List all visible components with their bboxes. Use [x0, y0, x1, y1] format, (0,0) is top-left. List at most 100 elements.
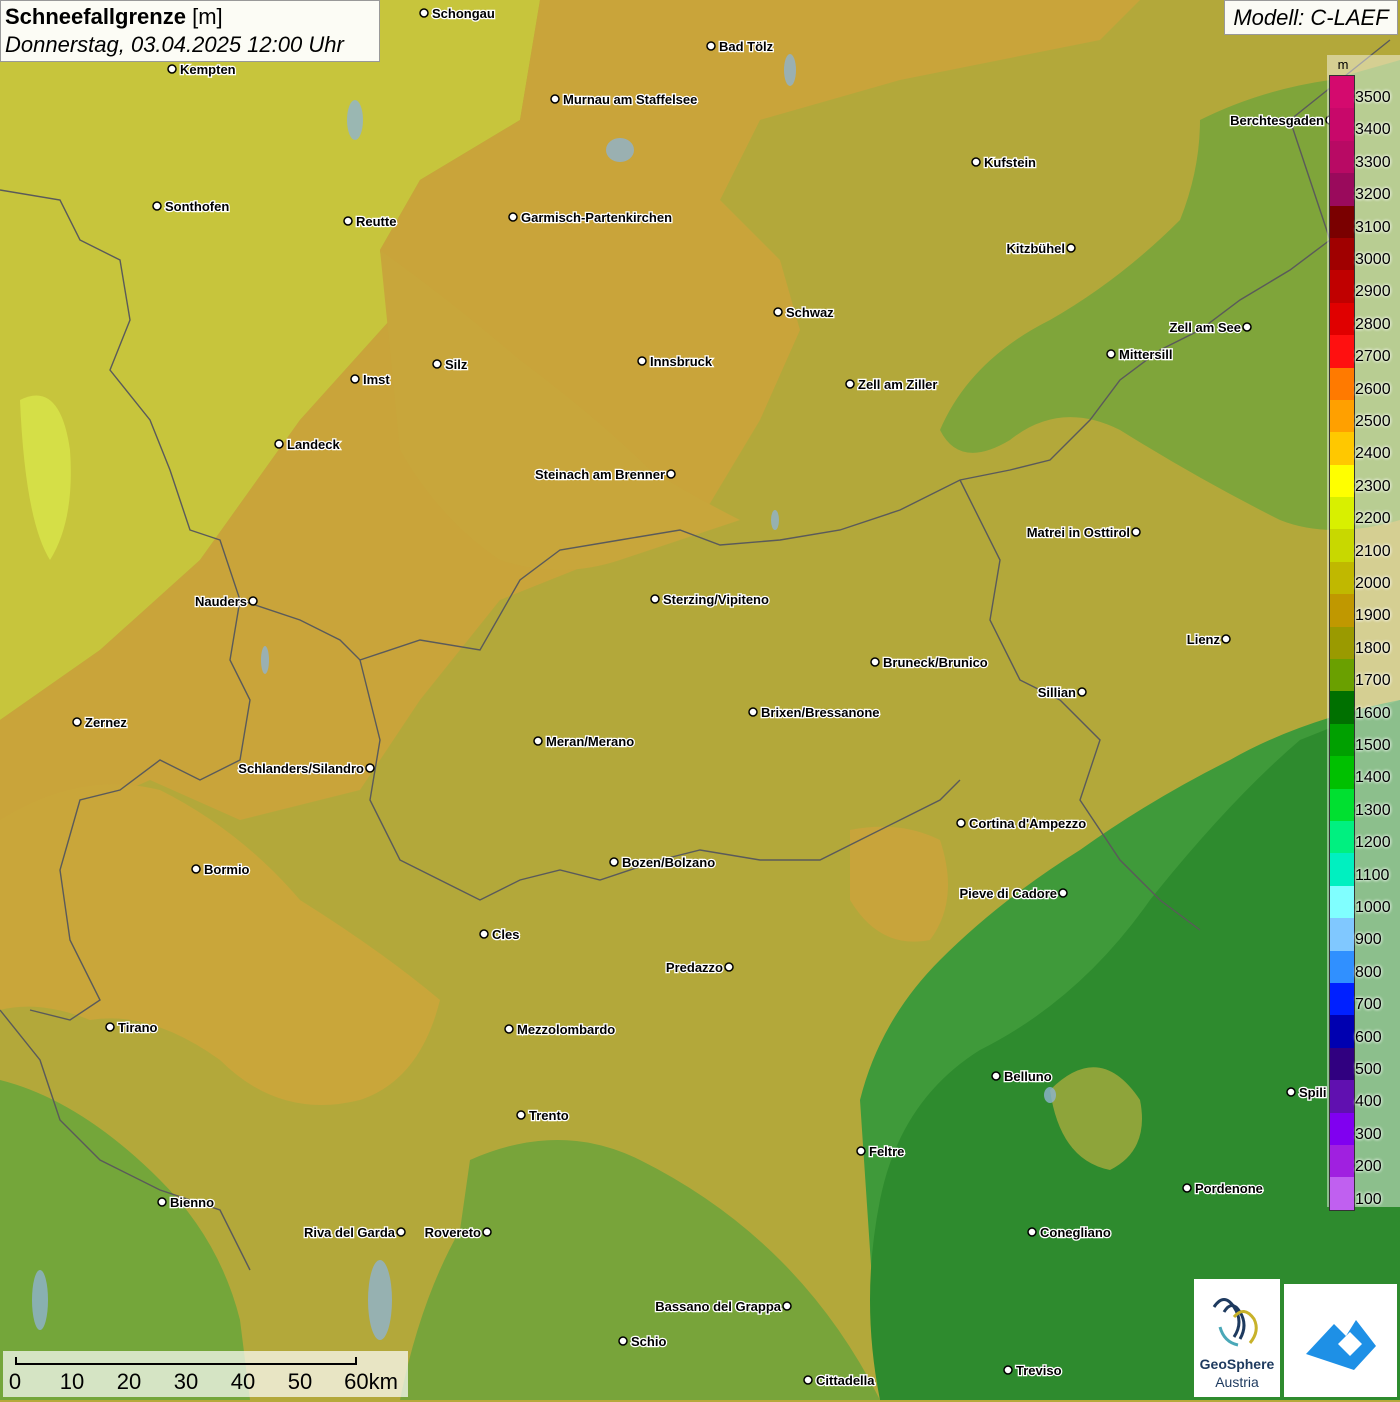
city-marker[interactable]: Murnau am Staffelsee: [550, 91, 699, 108]
legend-label: 2600: [1355, 380, 1391, 398]
legend-swatch: [1330, 140, 1354, 174]
legend-label: 800: [1355, 963, 1382, 981]
city-dot-icon: [152, 201, 162, 211]
city-label: Murnau am Staffelsee: [563, 92, 697, 107]
city-label: Conegliano: [1040, 1225, 1111, 1240]
legend-label: 2100: [1355, 542, 1391, 560]
city-dot-icon: [803, 1375, 813, 1385]
city-dot-icon: [1131, 527, 1141, 537]
legend-swatch: [1330, 1080, 1354, 1113]
city-marker[interactable]: Schongau: [419, 5, 496, 22]
city-label: Tirano: [118, 1020, 158, 1035]
city-marker[interactable]: Zell am Ziller: [845, 376, 939, 393]
legend-swatch: [1330, 108, 1354, 141]
city-marker[interactable]: Berchtesgaden: [1229, 112, 1335, 129]
legend-swatch: [1330, 626, 1354, 660]
scale-label: 60km: [344, 1369, 398, 1394]
city-dot-icon: [343, 216, 353, 226]
map-title: Schneefallgrenze [m]: [5, 3, 375, 31]
legend-label: 700: [1355, 996, 1382, 1014]
legend-label: 1700: [1355, 672, 1391, 690]
city-marker[interactable]: Bozen/Bolzano: [609, 854, 717, 871]
city-dot-icon: [618, 1336, 628, 1346]
legend-swatch: [1330, 594, 1354, 627]
legend-label: 2400: [1355, 445, 1391, 463]
city-marker[interactable]: Meran/Merano: [533, 733, 635, 750]
legend-label: 1900: [1355, 607, 1391, 625]
city-label: Bozen/Bolzano: [622, 855, 715, 870]
city-dot-icon: [1286, 1087, 1296, 1097]
legend-label: 2500: [1355, 413, 1391, 430]
city-dot-icon: [432, 359, 442, 369]
city-marker[interactable]: Kitzbühel: [1005, 240, 1076, 257]
city-label: Schlanders/Silandro: [238, 761, 364, 776]
geosphere-emblem-icon: [1212, 1298, 1258, 1347]
legend-swatch: [1330, 1177, 1354, 1210]
title-box: Schneefallgrenze [m] Donnerstag, 03.04.2…: [0, 0, 380, 62]
city-marker[interactable]: Mezzolombardo: [504, 1021, 617, 1038]
city-label: Cittadella: [816, 1373, 875, 1388]
legend-swatch: [1330, 270, 1354, 303]
geosphere-logo[interactable]: GeoSphere Austria: [1194, 1279, 1280, 1397]
legend-label: 1800: [1355, 639, 1391, 657]
legend-label: 2300: [1355, 477, 1391, 495]
legend-swatch: [1330, 982, 1354, 1016]
city-label: Lienz: [1187, 632, 1221, 647]
city-label: Belluno: [1004, 1069, 1052, 1084]
legend-swatch: [1330, 529, 1354, 562]
city-label: Nauders: [195, 594, 247, 609]
city-marker[interactable]: Sonthofen: [152, 198, 231, 215]
legend-label: 2900: [1355, 283, 1391, 301]
scale-label: 50: [287, 1369, 313, 1394]
legend-label: 1400: [1355, 769, 1391, 787]
city-label: Zell am Ziller: [858, 377, 937, 392]
logo-name: GeoSphere: [1199, 1356, 1275, 1372]
city-marker[interactable]: Innsbruck: [637, 353, 714, 370]
city-label: Reutte: [356, 214, 396, 229]
city-marker[interactable]: Cortina d'Ampezzo: [956, 815, 1088, 832]
city-label: Bienno: [170, 1195, 214, 1210]
city-marker[interactable]: Matrei in Osttirol: [1025, 524, 1141, 541]
city-marker[interactable]: Conegliano: [1027, 1224, 1112, 1241]
legend-swatch: [1330, 853, 1354, 886]
city-marker[interactable]: Bassano del Grappa: [654, 1298, 792, 1315]
legend-swatch: [1330, 820, 1354, 854]
city-marker[interactable]: Riva del Garda: [303, 1224, 406, 1241]
legend-swatch: [1330, 237, 1354, 271]
legend-label: 600: [1355, 1028, 1382, 1046]
app-logo[interactable]: [1284, 1284, 1397, 1397]
city-dot-icon: [396, 1227, 406, 1237]
city-marker[interactable]: Steinach am Brenner: [534, 466, 676, 483]
legend-label: 900: [1355, 931, 1382, 949]
city-dot-icon: [956, 818, 966, 828]
city-label: Sonthofen: [165, 199, 229, 214]
legend-label: 2700: [1355, 348, 1391, 366]
city-dot-icon: [1242, 322, 1252, 332]
city-dot-icon: [1066, 243, 1076, 253]
city-marker[interactable]: Bruneck/Brunico: [870, 654, 989, 671]
city-dot-icon: [782, 1301, 792, 1311]
scale-label: 40: [230, 1369, 256, 1394]
city-marker[interactable]: Schlanders/Silandro: [237, 760, 375, 777]
city-dot-icon: [72, 717, 82, 727]
city-label: Bassano del Grappa: [655, 1299, 781, 1314]
city-marker[interactable]: Pieve di Cadore: [958, 885, 1068, 902]
city-marker[interactable]: Pordenone: [1182, 1180, 1264, 1197]
legend-swatch: [1330, 367, 1354, 400]
city-dot-icon: [1182, 1183, 1192, 1193]
city-label: Schongau: [432, 6, 495, 21]
city-marker[interactable]: Garmisch-Partenkirchen: [508, 209, 673, 226]
scale-label: 30: [173, 1369, 199, 1394]
city-label: Berchtesgaden: [1230, 113, 1324, 128]
legend-swatch: [1330, 76, 1354, 109]
city-label: Schio: [631, 1334, 666, 1349]
city-label: Sterzing/Vipiteno: [663, 592, 769, 607]
city-dot-icon: [1077, 687, 1087, 697]
city-label: Kitzbühel: [1007, 241, 1066, 256]
legend-label: 2000: [1355, 575, 1391, 592]
city-label: Rovereto: [425, 1225, 481, 1240]
city-marker[interactable]: Sterzing/Vipiteno: [650, 591, 770, 608]
city-marker[interactable]: Zell am See: [1168, 319, 1252, 336]
city-marker[interactable]: Brixen/Bressanone: [748, 704, 881, 721]
city-marker[interactable]: Predazzo: [665, 959, 734, 976]
